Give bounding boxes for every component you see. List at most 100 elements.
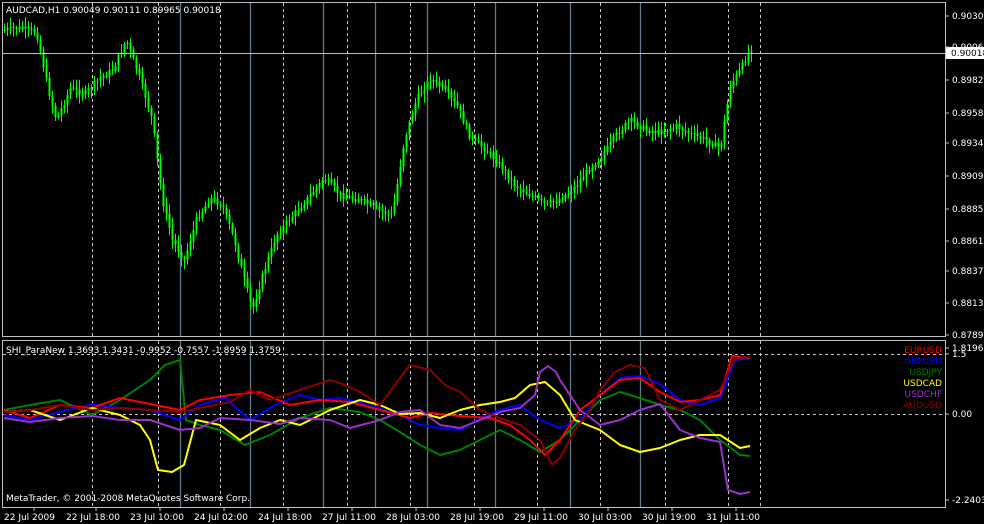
candle-body <box>477 139 480 142</box>
candle-body <box>189 241 192 251</box>
candle-body <box>588 170 591 172</box>
candle-body <box>165 206 168 214</box>
ind-y-tick-label: -2.2403 <box>952 496 984 506</box>
candle-body <box>666 130 669 132</box>
candle-body <box>144 83 147 99</box>
y-tick-label: 0.89095 <box>952 172 984 182</box>
candle-body <box>285 220 288 226</box>
candle-body <box>186 250 189 260</box>
candle-body <box>504 169 507 171</box>
candle-body <box>627 121 630 124</box>
candle-body <box>366 199 369 205</box>
candle-body <box>447 88 450 93</box>
candle-body <box>300 207 303 211</box>
candle-body <box>222 205 225 208</box>
chart-canvas[interactable]: 0.90018 AUDCAD,H1 0.90049 0.90111 0.8996… <box>0 0 984 524</box>
candle-body <box>180 251 183 258</box>
candle-body <box>18 26 21 30</box>
candle-body <box>375 205 378 207</box>
candle-body <box>621 130 624 135</box>
candle-body <box>6 28 9 30</box>
candle-body <box>486 151 489 153</box>
legend-item-usdjpy: USDJPY <box>909 368 942 378</box>
candle-body <box>9 26 12 29</box>
candle-body <box>141 74 144 84</box>
candle-body <box>228 214 231 224</box>
candle-body <box>738 70 741 75</box>
candle-body <box>468 125 471 139</box>
candle-body <box>312 192 315 195</box>
indicator-y-axis: 1.81961.50.00-2.2403 <box>945 344 984 506</box>
x-tick-label: 30 Jul 19:00 <box>642 513 696 523</box>
candle-body <box>501 161 504 170</box>
candle-body <box>471 137 474 139</box>
candle-body <box>417 93 420 104</box>
candle-body <box>249 288 252 302</box>
candle-body <box>498 161 501 164</box>
legend-item-gbpusd: GBPUSD <box>904 357 942 367</box>
legend-item-audusd: AUDUSD <box>903 401 942 411</box>
candle-body <box>672 127 675 129</box>
x-tick-label: 24 Jul 02:00 <box>194 513 248 523</box>
candle-body <box>420 93 423 95</box>
copyright-text: MetaTrader, © 2001-2008 MetaQuotes Softw… <box>6 494 250 504</box>
candle-body <box>741 62 744 71</box>
candle-body <box>360 199 363 201</box>
candle-body <box>399 166 402 184</box>
candle-body <box>618 132 621 135</box>
time-axis: 22 Jul 2009 22 Jul 18:00 23 Jul 10:00 24 Ju… <box>4 508 760 523</box>
candle-body <box>507 170 510 180</box>
candle-body <box>387 213 390 215</box>
candle-body <box>540 198 543 200</box>
candle-body <box>552 200 555 203</box>
candle-body <box>708 139 711 145</box>
candle-body <box>726 103 729 122</box>
series-usdcad <box>3 381 751 473</box>
candle-body <box>639 126 642 130</box>
candle-body <box>324 180 327 182</box>
series-usdchf <box>3 365 751 495</box>
candle-body <box>99 77 102 81</box>
candle-body <box>27 26 30 28</box>
candle-body <box>630 117 633 122</box>
candle-body <box>606 145 609 152</box>
candle-body <box>543 199 546 203</box>
candle-body <box>669 128 672 131</box>
candle-body <box>576 185 579 187</box>
candle-body <box>732 80 735 87</box>
candle-body <box>201 211 204 219</box>
candle-body <box>750 50 753 53</box>
candle-body <box>195 217 198 230</box>
candle-body <box>411 114 414 123</box>
ind-y-tick-label: 0.00 <box>952 410 972 420</box>
y-tick-label: 0.90060 <box>952 43 984 53</box>
candle-body <box>282 225 285 233</box>
candle-body <box>267 256 270 269</box>
candle-body <box>435 80 438 82</box>
candle-body <box>696 133 699 137</box>
candle-body <box>261 274 264 290</box>
candle-body <box>96 80 99 82</box>
candle-body <box>225 207 228 215</box>
y-tick-label: 0.88375 <box>952 267 984 277</box>
candle-body <box>315 187 318 193</box>
candle-body <box>432 80 435 82</box>
x-tick-label: 22 Jul 2009 <box>4 513 55 523</box>
candle-body <box>729 86 732 104</box>
candle-body <box>12 26 15 29</box>
candle-body <box>33 28 36 33</box>
y-tick-label: 0.89820 <box>952 76 984 86</box>
candle-body <box>405 134 408 148</box>
candle-body <box>93 81 96 89</box>
candle-body <box>585 170 588 178</box>
candle-body <box>327 179 330 181</box>
candle-body <box>558 199 561 203</box>
candle-body <box>717 142 720 147</box>
candle-body <box>444 85 447 89</box>
candle-body <box>597 161 600 166</box>
x-tick-label: 31 Jul 11:00 <box>706 513 760 523</box>
candle-body <box>516 186 519 189</box>
candle-body <box>705 136 708 140</box>
candle-body <box>102 75 105 78</box>
candle-body <box>213 197 216 199</box>
